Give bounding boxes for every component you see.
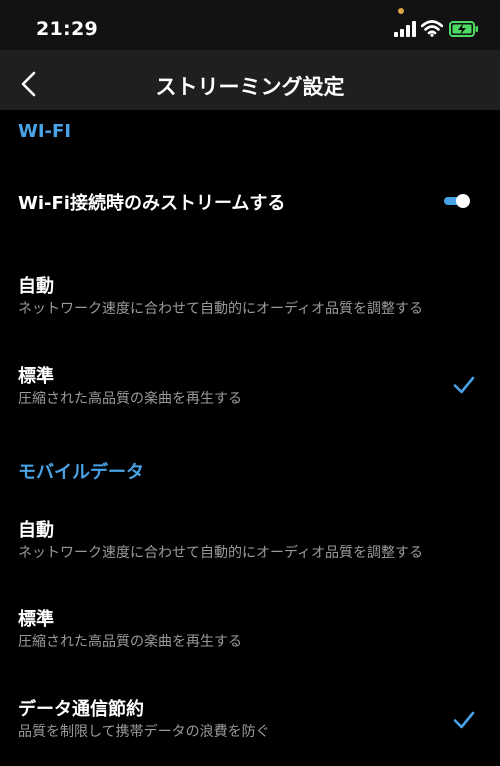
option-title: データ通信節約 <box>18 699 144 720</box>
mobile-quality-standard-row[interactable]: 標準 圧縮された高品質の楽曲を再生する <box>0 605 500 651</box>
wifi-only-streaming-label: Wi-Fi接続時のみストリームする <box>18 193 286 214</box>
option-subtitle: ネットワーク速度に合わせて自動的にオーディオ品質を調整する <box>18 545 424 561</box>
privacy-indicator-dot <box>398 8 404 14</box>
status-time: 21:29 <box>36 18 98 40</box>
option-title: 標準 <box>18 366 54 387</box>
battery-charging-icon <box>449 21 478 37</box>
option-title: 自動 <box>18 520 54 541</box>
section-header-mobile-data: モバイルデータ <box>18 462 144 483</box>
toggle-knob <box>456 194 470 208</box>
mobile-quality-data-saver-row[interactable]: データ通信節約 品質を制限して携帯データの浪費を防ぐ <box>0 695 500 741</box>
option-subtitle: 圧縮された高品質の楽曲を再生する <box>18 634 242 650</box>
wifi-only-streaming-toggle[interactable] <box>442 193 470 209</box>
option-subtitle: ネットワーク速度に合わせて自動的にオーディオ品質を調整する <box>18 301 424 317</box>
wifi-quality-standard-row[interactable]: 標準 圧縮された高品質の楽曲を再生する <box>0 362 500 408</box>
cellular-signal-icon <box>394 21 416 37</box>
wifi-icon <box>421 20 443 37</box>
page-title: ストリーミング設定 <box>155 75 345 99</box>
option-subtitle: 品質を制限して携帯データの浪費を防ぐ <box>18 724 270 740</box>
option-subtitle: 圧縮された高品質の楽曲を再生する <box>18 391 242 407</box>
checkmark-icon <box>453 376 475 394</box>
wifi-quality-auto-row[interactable]: 自動 ネットワーク速度に合わせて自動的にオーディオ品質を調整する <box>0 272 500 318</box>
mobile-quality-auto-row[interactable]: 自動 ネットワーク速度に合わせて自動的にオーディオ品質を調整する <box>0 516 500 562</box>
status-bar: 21:29 <box>0 0 500 50</box>
option-title: 標準 <box>18 609 54 630</box>
wifi-only-streaming-row[interactable]: Wi-Fi接続時のみストリームする <box>0 189 500 215</box>
section-header-wifi: WI-FI <box>18 121 72 142</box>
option-title: 自動 <box>18 276 54 297</box>
checkmark-icon <box>453 711 475 729</box>
